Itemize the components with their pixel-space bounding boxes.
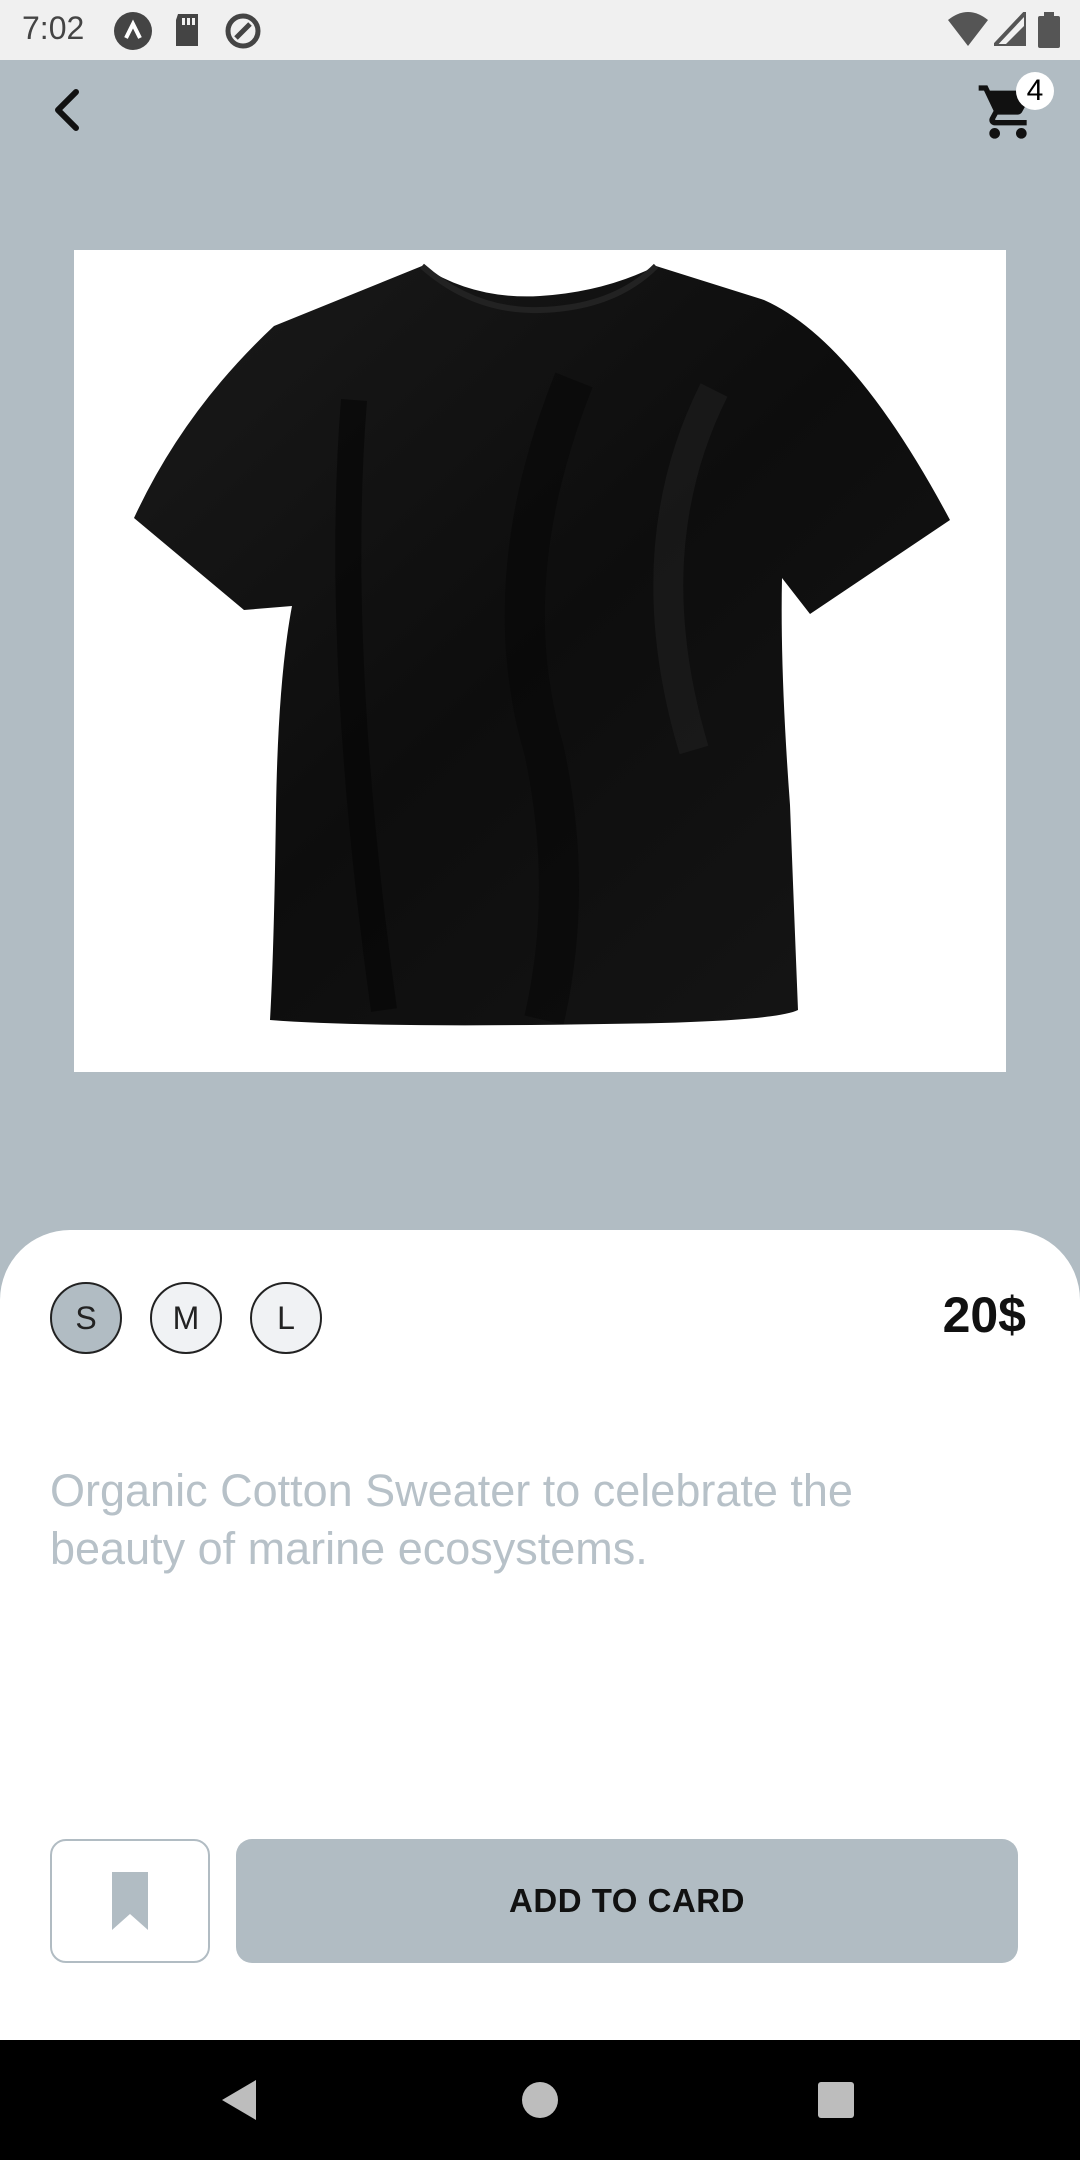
cell-signal-icon	[994, 12, 1026, 46]
cart-count-badge: 4	[1016, 72, 1054, 110]
tshirt-image	[134, 263, 950, 1026]
status-time: 7:02	[22, 10, 85, 46]
nav-home-button[interactable]	[510, 2070, 570, 2130]
size-option-s[interactable]: S	[50, 1282, 122, 1354]
product-image	[74, 250, 1006, 1072]
nav-recents-button[interactable]	[806, 2070, 866, 2130]
product-price: 20$	[942, 1287, 1026, 1343]
product-detail-screen: 7:02 4 S M L 20$ Organic Cotton Sweater …	[0, 0, 1080, 2160]
chevron-left-icon	[55, 89, 79, 131]
size-option-m[interactable]: M	[150, 1282, 222, 1354]
add-to-cart-button[interactable]: ADD TO CARD	[236, 1839, 1018, 1963]
circle-home-icon	[522, 2082, 558, 2118]
status-bar: 7:02	[0, 0, 1080, 60]
sync-icon	[225, 13, 261, 49]
product-details-sheet: S M L 20$ Organic Cotton Sweater to cele…	[0, 1230, 1080, 2040]
wifi-icon	[948, 12, 988, 46]
size-option-l[interactable]: L	[250, 1282, 322, 1354]
app-notification-icon	[114, 12, 152, 50]
battery-icon	[1038, 12, 1060, 48]
back-button[interactable]	[36, 80, 96, 140]
sd-card-icon	[176, 14, 198, 46]
square-recents-icon	[818, 2082, 854, 2118]
product-description: Organic Cotton Sweater to celebrate the …	[50, 1465, 853, 1574]
nav-back-button[interactable]	[212, 2070, 272, 2130]
bookmark-button[interactable]	[50, 1839, 210, 1963]
system-navigation-bar	[0, 2040, 1080, 2160]
bookmark-icon	[112, 1872, 148, 1930]
triangle-back-icon	[222, 2080, 256, 2120]
